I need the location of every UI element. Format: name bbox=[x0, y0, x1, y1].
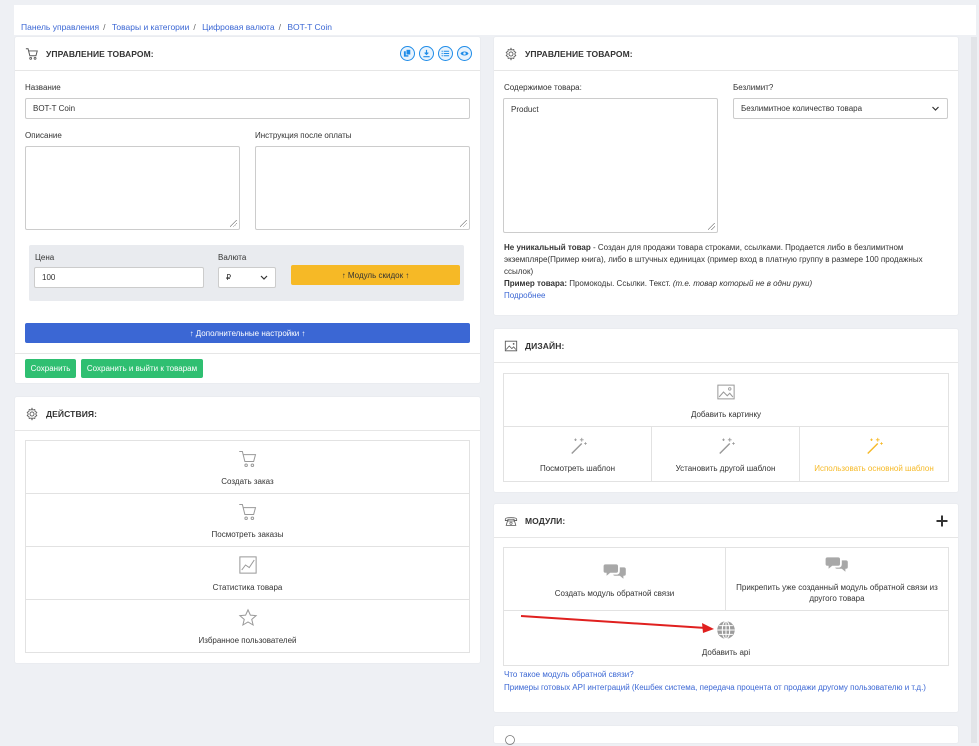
annotation-arrow bbox=[520, 615, 714, 633]
